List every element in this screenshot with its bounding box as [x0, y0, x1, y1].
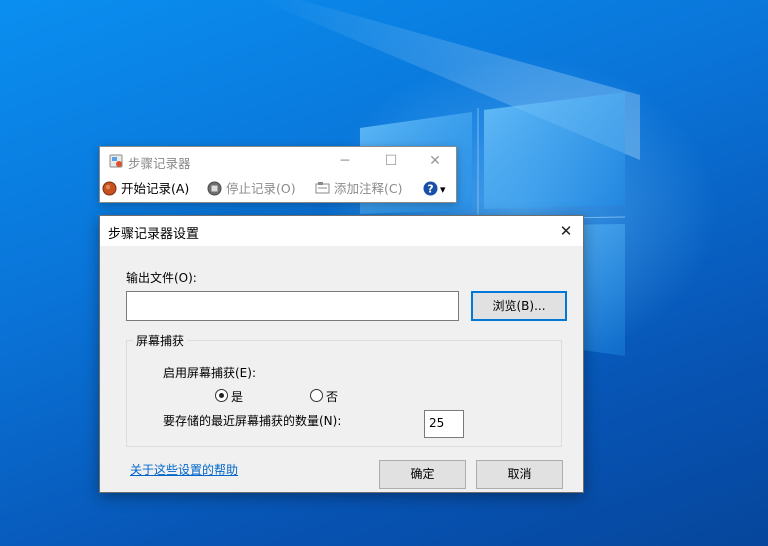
add-comment-label: 添加注释(C) — [334, 181, 403, 196]
steps-recorder-window: 步骤记录器 ─ ☐ ✕ 开始记录(A) 停止记录(O) 添加注释(C) ? ▾ — [99, 146, 457, 203]
recent-count-label: 要存储的最近屏幕捕获的数量(N): — [163, 414, 342, 428]
stop-record-label: 停止记录(O) — [226, 181, 296, 196]
help-dropdown-button[interactable]: ? ▾ — [423, 179, 446, 199]
close-button[interactable]: ✕ — [412, 147, 458, 175]
capture-yes-radio[interactable] — [215, 389, 228, 402]
steps-recorder-app-icon — [109, 154, 123, 168]
settings-help-link[interactable]: 关于这些设置的帮助 — [130, 461, 238, 478]
output-file-label: 输出文件(O): — [126, 271, 197, 285]
stop-icon — [207, 181, 222, 196]
settings-dialog-title: 步骤记录器设置 — [108, 227, 200, 242]
capture-no-radio[interactable] — [310, 389, 323, 402]
steps-recorder-titlebar[interactable]: 步骤记录器 ─ ☐ ✕ — [100, 147, 456, 175]
capture-yes-label[interactable]: 是 — [231, 388, 243, 405]
help-glyph: ? — [427, 183, 433, 196]
dialog-close-button[interactable]: ✕ — [549, 216, 583, 246]
maximize-button[interactable]: ☐ — [368, 147, 414, 175]
help-icon: ? — [423, 181, 438, 196]
settings-dialog: 步骤记录器设置 ✕ 输出文件(O): 浏览(B)... 屏幕捕获 启用屏幕捕获(… — [99, 215, 584, 493]
steps-recorder-title: 步骤记录器 — [128, 156, 191, 171]
output-file-input[interactable] — [126, 291, 459, 321]
minimize-button[interactable]: ─ — [322, 147, 368, 175]
cancel-button[interactable]: 取消 — [476, 460, 563, 489]
record-icon — [102, 181, 117, 196]
stop-record-button[interactable]: 停止记录(O) — [207, 179, 296, 199]
capture-no-label[interactable]: 否 — [326, 388, 338, 405]
add-comment-icon — [315, 182, 330, 194]
add-comment-button[interactable]: 添加注释(C) — [315, 179, 402, 199]
browse-button[interactable]: 浏览(B)... — [471, 291, 567, 321]
start-record-button[interactable]: 开始记录(A) — [102, 179, 189, 199]
chevron-down-icon: ▾ — [440, 183, 446, 196]
screen-capture-group — [126, 340, 562, 447]
recent-count-input[interactable]: 25 — [424, 410, 464, 438]
start-record-label: 开始记录(A) — [121, 181, 190, 196]
ok-button[interactable]: 确定 — [379, 460, 466, 489]
screen-capture-group-title: 屏幕捕获 — [133, 332, 188, 349]
steps-recorder-toolbar: 开始记录(A) 停止记录(O) 添加注释(C) ? ▾ — [100, 175, 456, 203]
enable-capture-label: 启用屏幕捕获(E): — [163, 366, 256, 380]
settings-dialog-titlebar[interactable]: 步骤记录器设置 ✕ — [100, 216, 583, 246]
